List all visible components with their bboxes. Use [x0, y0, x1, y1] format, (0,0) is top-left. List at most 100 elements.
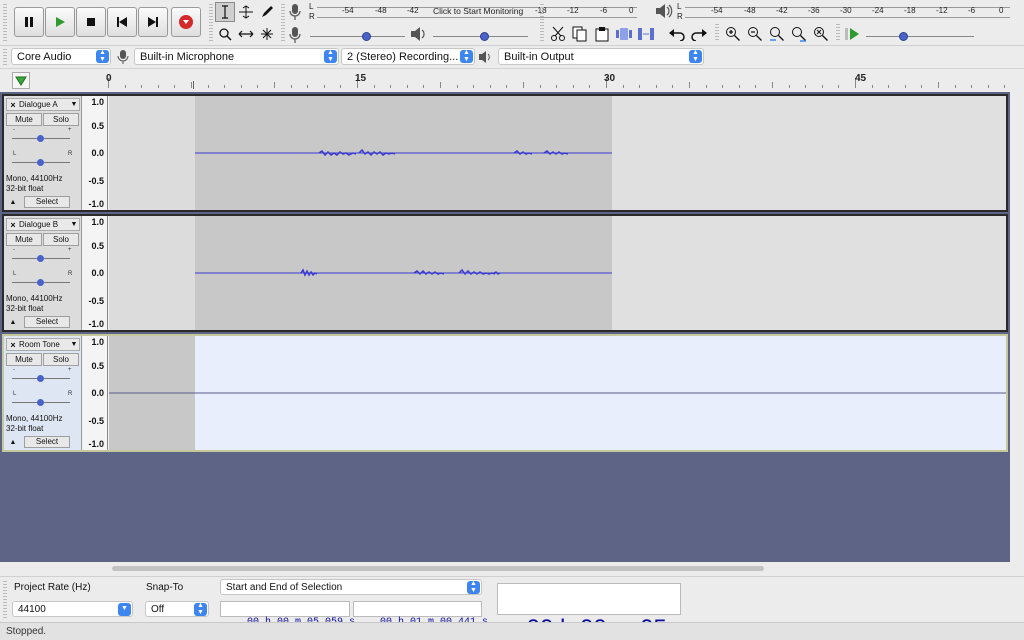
tracks-area[interactable]: × Dialogue A ▼ Mute Solo - + L R Mono, 4… [0, 92, 1010, 562]
pan-knob[interactable] [37, 159, 44, 166]
trim-button[interactable] [613, 24, 635, 44]
track-title-bar[interactable]: × Room Tone ▼ [6, 338, 80, 351]
track-title-bar[interactable]: × Dialogue B ▼ [6, 218, 80, 231]
play-speed-slider[interactable] [866, 36, 974, 37]
snap-to-select[interactable]: Off ▲ ▼ [145, 601, 209, 617]
collapse-track-icon[interactable]: ▲ [6, 317, 20, 328]
toolbar-grip[interactable] [3, 49, 7, 65]
microphone-icon[interactable] [288, 3, 302, 21]
pan-right-label: R [68, 151, 73, 157]
fit-selection-button[interactable] [766, 24, 788, 44]
select-track-button[interactable]: Select [24, 316, 70, 328]
close-track-icon[interactable]: × [7, 220, 19, 230]
record-volume-knob[interactable] [362, 32, 371, 41]
collapse-track-icon[interactable]: ▲ [6, 197, 20, 208]
collapse-track-icon[interactable]: ▲ [6, 437, 20, 448]
toolbar-grip[interactable] [209, 4, 213, 42]
recording-channels-select[interactable]: 2 (Stereo) Recording... ▲ ▼ [341, 48, 475, 65]
cut-button[interactable] [547, 24, 569, 44]
waveform-dialogue-b[interactable] [109, 216, 1006, 330]
zoom-tool-button[interactable] [215, 24, 235, 44]
play-at-speed-button[interactable] [841, 24, 863, 44]
solo-button[interactable]: Solo [43, 113, 79, 126]
meter-l-label: L [309, 2, 314, 11]
toolbar-grip[interactable] [836, 24, 840, 42]
silence-button[interactable] [635, 24, 657, 44]
fit-selection-icon [770, 27, 784, 41]
project-rate-combo[interactable]: 44100 ▼ [12, 601, 133, 617]
speaker-icon[interactable] [655, 3, 673, 19]
record-volume-slider[interactable] [310, 36, 405, 37]
track-title-bar[interactable]: × Dialogue A ▼ [6, 98, 80, 111]
select-track-button[interactable]: Select [24, 196, 70, 208]
selection-tool-button[interactable] [215, 2, 235, 22]
selection-start-time[interactable]: 00 h 00 m 05.059 s [220, 601, 355, 628]
toolbar-grip[interactable] [715, 24, 719, 42]
audio-host-select[interactable]: Core Audio ▲ ▼ [11, 48, 111, 65]
toolbar-grip[interactable] [540, 4, 544, 42]
fit-project-button[interactable] [788, 24, 810, 44]
track-dialogue-b[interactable]: × Dialogue B ▼ Mute Solo - + L R Mono, 4… [2, 214, 1008, 332]
pan-knob[interactable] [37, 279, 44, 286]
gain-knob[interactable] [37, 255, 44, 262]
track-dialogue-a[interactable]: × Dialogue A ▼ Mute Solo - + L R Mono, 4… [2, 94, 1008, 212]
pause-button[interactable] [14, 7, 44, 37]
selection-start-marker[interactable] [193, 81, 197, 89]
skip-to-end-button[interactable] [138, 7, 168, 37]
undo-button[interactable] [666, 24, 688, 44]
solo-button[interactable]: Solo [43, 233, 79, 246]
toolbar-grip[interactable] [3, 581, 7, 619]
selection-end-time[interactable]: 00 h 01 m 00.441 s [353, 601, 488, 628]
timeline-tick [772, 82, 773, 88]
pan-knob[interactable] [37, 399, 44, 406]
zoom-out-button[interactable] [744, 24, 766, 44]
draw-tool-button[interactable] [257, 2, 277, 22]
selection-mode-select[interactable]: Start and End of Selection ▲ ▼ [220, 579, 482, 595]
mute-button[interactable]: Mute [6, 353, 42, 366]
paste-button[interactable] [591, 24, 613, 44]
zoom-toggle-button[interactable] [810, 24, 832, 44]
timeline-ruler[interactable]: 0 15 30 45 [0, 68, 1024, 92]
waveform-dialogue-a[interactable] [109, 96, 1006, 210]
mute-button[interactable]: Mute [6, 113, 42, 126]
ruler-label: -1.0 [88, 199, 104, 209]
amplitude-ruler: 1.0 0.5 0.0 -0.5 -1.0 [83, 96, 108, 210]
waveform-room-tone[interactable] [109, 336, 1006, 450]
track-menu-dropdown-icon[interactable]: ▼ [69, 101, 79, 108]
stop-button[interactable] [76, 7, 106, 37]
chevron-down-icon[interactable]: ▼ [118, 603, 131, 616]
record-button[interactable] [171, 7, 201, 37]
track-room-tone[interactable]: × Room Tone ▼ Mute Solo - + L R Mono, 44… [2, 334, 1008, 452]
play-button[interactable] [45, 7, 75, 37]
track-menu-dropdown-icon[interactable]: ▼ [69, 221, 79, 228]
vertical-scrollbar[interactable] [1010, 92, 1024, 562]
timeshift-tool-button[interactable] [236, 24, 256, 44]
play-speed-knob[interactable] [898, 32, 908, 41]
track-menu-dropdown-icon[interactable]: ▼ [69, 341, 79, 348]
toolbar-grip[interactable] [281, 4, 285, 42]
mute-button[interactable]: Mute [6, 233, 42, 246]
meter-tick-label: -54 [342, 6, 354, 15]
audio-position-display[interactable]: 00 h 00 m 05 s [497, 583, 685, 640]
gain-min-label: - [13, 247, 15, 253]
gain-knob[interactable] [37, 375, 44, 382]
start-monitoring-hint[interactable]: Click to Start Monitoring [433, 6, 523, 16]
copy-button[interactable] [569, 24, 591, 44]
close-track-icon[interactable]: × [7, 340, 19, 350]
close-track-icon[interactable]: × [7, 100, 19, 110]
redo-button[interactable] [688, 24, 710, 44]
select-track-button[interactable]: Select [24, 436, 70, 448]
zoom-in-button[interactable] [722, 24, 744, 44]
envelope-tool-button[interactable] [236, 2, 256, 22]
recording-device-select[interactable]: Built-in Microphone ▲ ▼ [134, 48, 339, 65]
toolbar-grip[interactable] [3, 4, 7, 42]
gain-knob[interactable] [37, 135, 44, 142]
playback-volume-knob[interactable] [480, 32, 490, 41]
playback-device-select[interactable]: Built-in Output ▲ ▼ [498, 48, 704, 65]
skip-to-start-button[interactable] [107, 7, 137, 37]
play-head-pin-button[interactable] [12, 72, 30, 89]
horizontal-scrollbar-thumb[interactable] [112, 566, 764, 571]
solo-button[interactable]: Solo [43, 353, 79, 366]
multi-tool-button[interactable] [257, 24, 277, 44]
meter-tick-label: 0 [999, 6, 1004, 15]
